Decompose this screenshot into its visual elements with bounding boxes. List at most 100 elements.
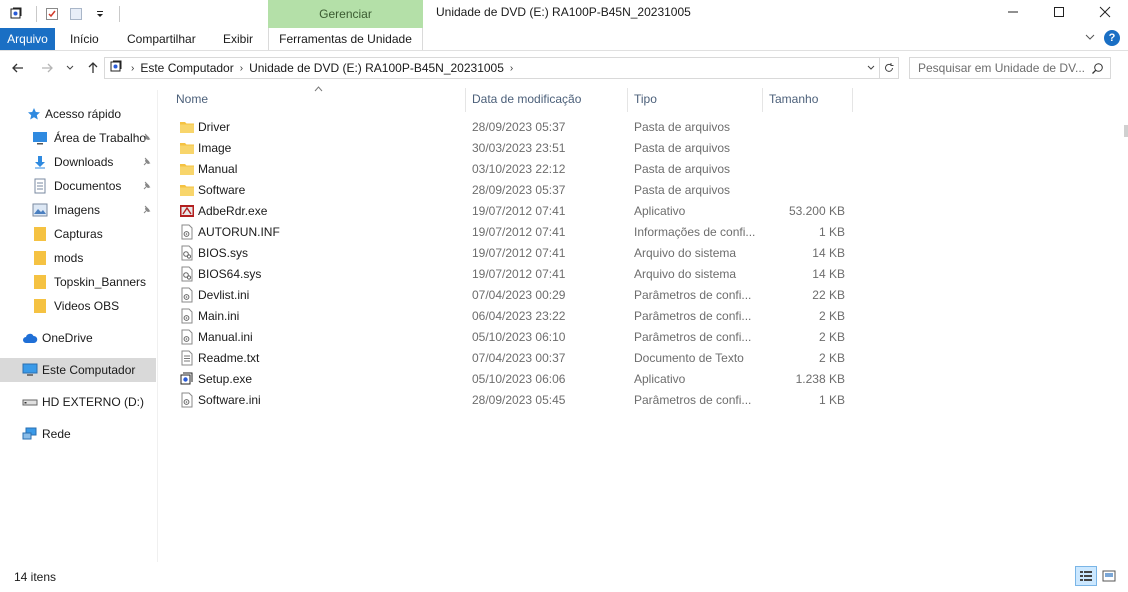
- ribbon-tabs: Arquivo Início Compartilhar Exibir Ferra…: [0, 28, 1128, 50]
- file-size: 1 KB: [818, 225, 845, 239]
- file-row[interactable]: AdbeRdr.exe 19/07/2012 07:41 Aplicativo 53.…: [171, 201, 851, 222]
- setup-app-icon[interactable]: [8, 5, 26, 23]
- nav-label: OneDrive: [42, 331, 93, 345]
- recent-locations-button[interactable]: [63, 58, 77, 78]
- refresh-button[interactable]: [879, 57, 899, 79]
- tab-ferramentas-de-unidade[interactable]: Ferramentas de Unidade: [268, 28, 423, 50]
- address-history-button[interactable]: [864, 58, 878, 78]
- file-row[interactable]: Manual 03/10/2023 22:12 Pasta de arquivos: [171, 159, 851, 180]
- column-divider[interactable]: [762, 88, 763, 112]
- file-type: Parâmetros de confi...: [634, 288, 752, 302]
- customize-toolbar-icon[interactable]: [91, 5, 109, 23]
- file-size: 2 KB: [818, 330, 845, 344]
- large-icons-view-button[interactable]: [1098, 566, 1120, 586]
- breadcrumb-dvd-drive[interactable]: Unidade de DVD (E:) RA100P-B45N_20231005: [249, 61, 504, 75]
- file-explorer-window: Gerenciar Unidade de DVD (E:) RA100P-B45…: [0, 0, 1128, 592]
- tab-arquivo[interactable]: Arquivo: [0, 28, 55, 50]
- search-box[interactable]: [909, 57, 1111, 79]
- file-row[interactable]: BIOS.sys 19/07/2012 07:41 Arquivo do siste…: [171, 243, 851, 264]
- file-date-modified: 07/04/2023 00:29: [472, 288, 566, 302]
- column-header-name[interactable]: Nome: [171, 88, 465, 110]
- file-type: Pasta de arquivos: [634, 141, 731, 155]
- back-button[interactable]: [9, 58, 27, 78]
- breadcrumb-este-computador[interactable]: Este Computador: [140, 61, 233, 75]
- file-list: Nome Data de modificação Tipo Tamanho Dr…: [159, 84, 1128, 560]
- nav-item-downloads[interactable]: Downloads: [0, 150, 156, 174]
- pin-icon[interactable]: [142, 132, 152, 146]
- maximize-button[interactable]: [1036, 0, 1082, 24]
- nav-item-videos-obs[interactable]: Videos OBS: [0, 294, 156, 318]
- file-type: Informações de confi...: [634, 225, 756, 239]
- folder-icon: [32, 274, 48, 290]
- column-header-date[interactable]: Data de modificação: [467, 88, 627, 110]
- nav-rede[interactable]: Rede: [0, 422, 156, 446]
- address-bar[interactable]: › Este Computador › Unidade de DVD (E:) …: [104, 57, 880, 79]
- forward-button[interactable]: [38, 58, 56, 78]
- breadcrumb-separator[interactable]: ›: [510, 63, 513, 74]
- file-row[interactable]: Main.ini 06/04/2023 23:22 Parâmetros de co…: [171, 306, 851, 327]
- expand-ribbon-button[interactable]: [1084, 31, 1096, 46]
- nav-item-capturas[interactable]: Capturas: [0, 222, 156, 246]
- file-type: Aplicativo: [634, 204, 686, 218]
- scrollbar-thumb[interactable]: [1124, 125, 1128, 137]
- drive-icon: [109, 59, 125, 78]
- minimize-button[interactable]: [990, 0, 1036, 24]
- pin-icon[interactable]: [142, 204, 152, 218]
- file-row[interactable]: Readme.txt 07/04/2023 00:37 Documento de T…: [171, 348, 851, 369]
- column-header-size[interactable]: Tamanho: [764, 88, 852, 110]
- nav-hd-externo[interactable]: HD EXTERNO (D:): [0, 390, 156, 414]
- file-type: Pasta de arquivos: [634, 183, 731, 197]
- nav-label: Rede: [42, 427, 71, 441]
- breadcrumb-separator[interactable]: ›: [131, 63, 134, 74]
- column-divider[interactable]: [465, 88, 466, 112]
- nav-item-documentos[interactable]: Documentos: [0, 174, 156, 198]
- file-name: Main.ini: [198, 309, 240, 323]
- tab-exibir[interactable]: Exibir: [223, 28, 253, 50]
- close-button[interactable]: [1082, 0, 1128, 24]
- context-tab-group-label: Gerenciar: [268, 0, 423, 28]
- tab-inicio[interactable]: Início: [70, 28, 99, 50]
- new-folder-icon[interactable]: [67, 5, 85, 23]
- nav-item-mods[interactable]: mods: [0, 246, 156, 270]
- details-view-button[interactable]: [1075, 566, 1097, 586]
- toolbar-divider: [36, 6, 37, 22]
- search-icon[interactable]: [1091, 62, 1104, 78]
- settings-file-icon: [179, 224, 195, 240]
- file-row[interactable]: Driver 28/09/2023 05:37 Pasta de arquivos: [171, 117, 851, 138]
- tab-compartilhar[interactable]: Compartilhar: [127, 28, 196, 50]
- nav-item-area-de-trabalho[interactable]: Área de Trabalho: [0, 126, 156, 150]
- nav-item-imagens[interactable]: Imagens: [0, 198, 156, 222]
- file-row[interactable]: AUTORUN.INF 19/07/2012 07:41 Informações d…: [171, 222, 851, 243]
- file-row[interactable]: Manual.ini 05/10/2023 06:10 Parâmetros de …: [171, 327, 851, 348]
- settings-file-icon: [179, 392, 195, 408]
- nav-item-topskin-banners[interactable]: Topskin_Banners: [0, 270, 156, 294]
- file-date-modified: 28/09/2023 05:37: [472, 183, 566, 197]
- nav-este-computador[interactable]: Este Computador: [0, 358, 156, 382]
- up-button[interactable]: [84, 58, 102, 78]
- file-row[interactable]: BIOS64.sys 19/07/2012 07:41 Arquivo do sis…: [171, 264, 851, 285]
- file-row[interactable]: Software 28/09/2023 05:37 Pasta de arquivo…: [171, 180, 851, 201]
- file-row[interactable]: Image 30/03/2023 23:51 Pasta de arquivos: [171, 138, 851, 159]
- file-size: 22 KB: [812, 288, 845, 302]
- help-icon[interactable]: ?: [1104, 30, 1120, 46]
- column-divider[interactable]: [852, 88, 853, 112]
- column-divider[interactable]: [627, 88, 628, 112]
- nav-acesso-rapido[interactable]: Acesso rápido: [0, 102, 156, 126]
- nav-onedrive[interactable]: OneDrive: [0, 326, 156, 350]
- search-input[interactable]: [918, 61, 1088, 75]
- window-title: Unidade de DVD (E:) RA100P-B45N_20231005: [436, 5, 691, 19]
- quick-access-toolbar: [0, 0, 120, 28]
- properties-icon[interactable]: [43, 5, 61, 23]
- file-name: Driver: [198, 120, 230, 134]
- file-row[interactable]: Software.ini 28/09/2023 05:45 Parâmetros d…: [171, 390, 851, 411]
- breadcrumb-separator[interactable]: ›: [240, 63, 243, 74]
- file-row[interactable]: Setup.exe 05/10/2023 06:06 Aplicativo 1.238…: [171, 369, 851, 390]
- chevron-down-icon: [66, 65, 74, 70]
- file-row[interactable]: Devlist.ini 07/04/2023 00:29 Parâmetros de…: [171, 285, 851, 306]
- ribbon-divider: [0, 50, 1128, 51]
- toolbar-divider: [119, 6, 120, 22]
- documents-icon: [32, 178, 48, 194]
- pin-icon[interactable]: [142, 180, 152, 194]
- column-header-type[interactable]: Tipo: [629, 88, 762, 110]
- pin-icon[interactable]: [142, 156, 152, 170]
